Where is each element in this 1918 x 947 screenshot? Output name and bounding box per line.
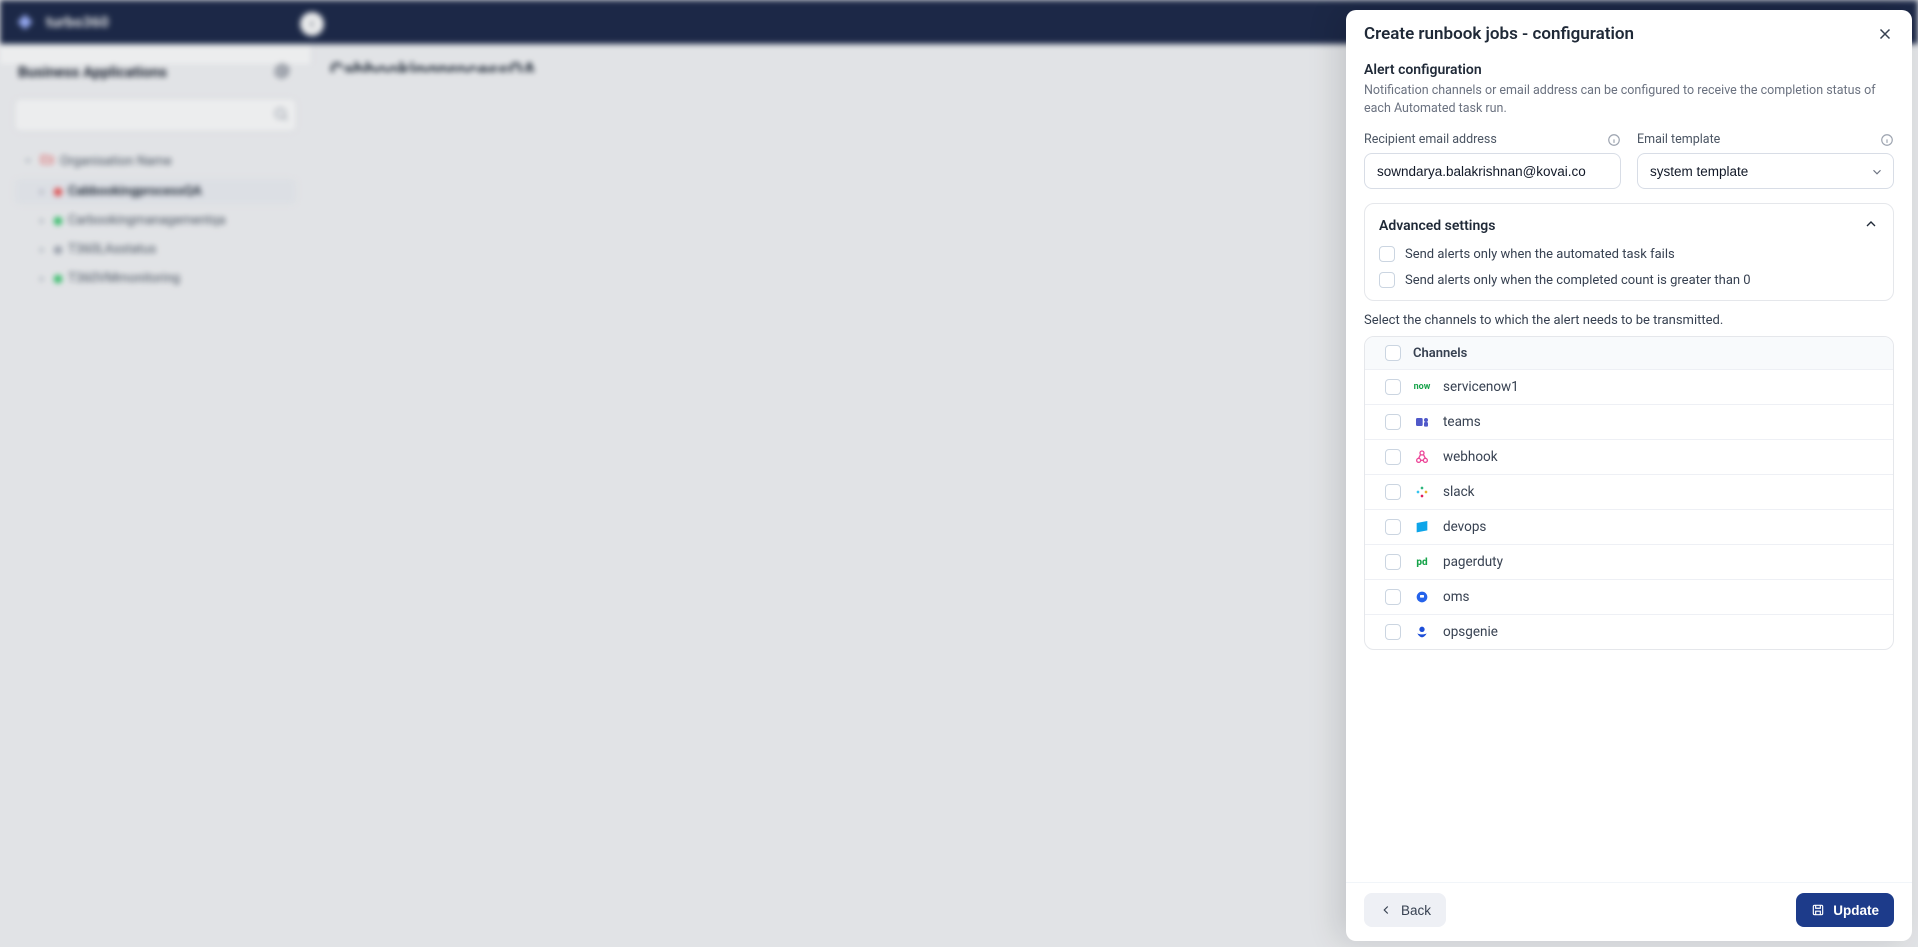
template-label-text: Email template [1637, 132, 1720, 147]
advanced-settings-card: Advanced settings Send alerts only when … [1364, 203, 1894, 301]
channels-header-label: Channels [1413, 346, 1885, 361]
channel-label: opsgenie [1443, 624, 1885, 640]
channels-help-text: Select the channels to which the alert n… [1364, 313, 1894, 328]
channel-row-opsgenie[interactable]: opsgenie [1365, 614, 1893, 649]
advanced-settings-header[interactable]: Advanced settings [1379, 216, 1879, 236]
drawer-title: Create runbook jobs - configuration [1364, 24, 1634, 44]
save-icon [1811, 903, 1825, 917]
opsgenie-icon [1413, 623, 1431, 641]
close-icon[interactable] [1876, 25, 1894, 43]
select-all-checkbox[interactable] [1373, 345, 1413, 361]
drawer-panel: Create runbook jobs - configuration Aler… [1346, 10, 1912, 941]
pagerduty-icon: pd [1413, 553, 1431, 571]
adv-option-completed-count[interactable]: Send alerts only when the completed coun… [1379, 272, 1879, 288]
field-recipient-email: Recipient email address [1364, 132, 1621, 189]
advanced-settings-title: Advanced settings [1379, 218, 1495, 234]
form-row: Recipient email address Email template s… [1364, 132, 1894, 189]
field-email-template: Email template system template [1637, 132, 1894, 189]
channel-checkbox[interactable] [1373, 554, 1413, 570]
info-icon[interactable] [1880, 133, 1894, 147]
adv-option-label: Send alerts only when the automated task… [1405, 247, 1675, 262]
channel-row-servicenow[interactable]: now servicenow1 [1365, 369, 1893, 404]
back-button[interactable]: Back [1364, 893, 1446, 927]
channel-checkbox[interactable] [1373, 414, 1413, 430]
checkbox-icon[interactable] [1379, 272, 1395, 288]
channel-label: pagerduty [1443, 554, 1885, 570]
channel-row-teams[interactable]: teams [1365, 404, 1893, 439]
info-icon[interactable] [1607, 133, 1621, 147]
adv-option-fails[interactable]: Send alerts only when the automated task… [1379, 246, 1879, 262]
channel-label: webhook [1443, 449, 1885, 465]
arrow-left-icon [1379, 903, 1393, 917]
email-template-select[interactable]: system template [1637, 153, 1894, 189]
channels-header-row: Channels [1365, 337, 1893, 369]
webhook-icon [1413, 448, 1431, 466]
update-button-label: Update [1833, 903, 1879, 918]
oms-icon [1413, 588, 1431, 606]
channel-label: teams [1443, 414, 1885, 430]
app-root: turbo360 Business Applications [0, 0, 1918, 947]
channel-label: devops [1443, 519, 1885, 535]
advanced-settings-body: Send alerts only when the automated task… [1379, 246, 1879, 288]
template-label: Email template [1637, 132, 1894, 147]
channel-label: oms [1443, 589, 1885, 605]
servicenow-icon: now [1413, 378, 1431, 396]
drawer-footer: Back Update [1346, 882, 1912, 941]
channel-label: slack [1443, 484, 1885, 500]
channel-checkbox[interactable] [1373, 379, 1413, 395]
channel-checkbox[interactable] [1373, 519, 1413, 535]
template-select-wrap: system template [1637, 153, 1894, 189]
slack-icon [1413, 483, 1431, 501]
alert-config-desc: Notification channels or email address c… [1364, 82, 1894, 118]
channel-checkbox[interactable] [1373, 624, 1413, 640]
channel-checkbox[interactable] [1373, 484, 1413, 500]
channels-table: Channels now servicenow1 teams webhook [1364, 336, 1894, 650]
channel-label: servicenow1 [1443, 379, 1885, 395]
update-button[interactable]: Update [1796, 893, 1894, 927]
recipient-email-input[interactable] [1364, 153, 1621, 189]
channel-row-slack[interactable]: slack [1365, 474, 1893, 509]
teams-icon [1413, 413, 1431, 431]
email-label-text: Recipient email address [1364, 132, 1497, 147]
channel-row-pagerduty[interactable]: pd pagerduty [1365, 544, 1893, 579]
drawer-header: Create runbook jobs - configuration [1346, 10, 1912, 54]
adv-option-label: Send alerts only when the completed coun… [1405, 273, 1751, 288]
email-label: Recipient email address [1364, 132, 1621, 147]
channel-checkbox[interactable] [1373, 589, 1413, 605]
drawer-body: Alert configuration Notification channel… [1346, 54, 1912, 882]
channel-row-oms[interactable]: oms [1365, 579, 1893, 614]
checkbox-icon[interactable] [1379, 246, 1395, 262]
back-button-label: Back [1401, 903, 1431, 918]
channel-row-webhook[interactable]: webhook [1365, 439, 1893, 474]
channel-row-devops[interactable]: devops [1365, 509, 1893, 544]
devops-icon [1413, 518, 1431, 536]
alert-config-title: Alert configuration [1364, 62, 1894, 78]
channel-checkbox[interactable] [1373, 449, 1413, 465]
chevron-up-icon [1863, 216, 1879, 236]
